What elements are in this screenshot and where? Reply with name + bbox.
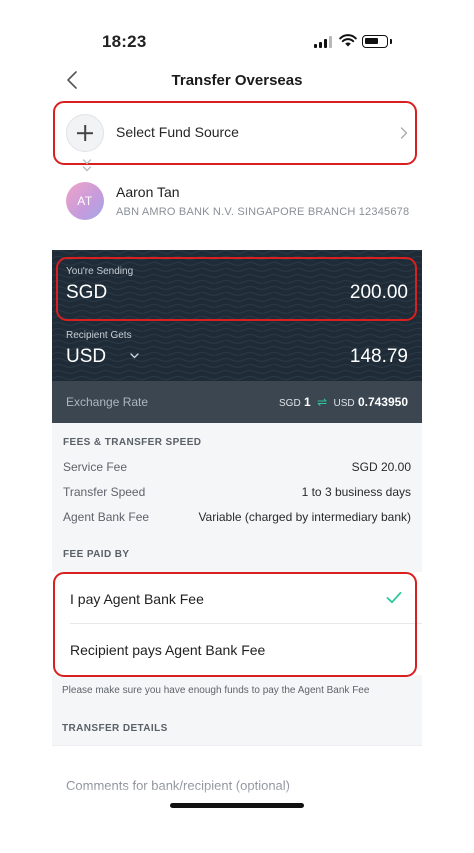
amount-panel: You're Sending SGD 200.00 Recipient Gets… xyxy=(52,250,422,423)
recipient-gets-label: Recipient Gets xyxy=(66,330,132,341)
exchange-rate-strip: Exchange Rate SGD 1 ⇌ USD 0.743950 xyxy=(52,381,422,423)
status-bar: 18:23 xyxy=(0,0,474,60)
transfer-details-heading: TRANSFER DETAILS xyxy=(62,723,168,734)
rate-to-amount: 0.743950 xyxy=(357,395,408,409)
exchange-rate-value: SGD 1 ⇌ USD 0.743950 xyxy=(279,395,408,409)
agent-fee-note: Please make sure you have enough funds t… xyxy=(62,685,370,696)
swap-arrows-icon: ⇌ xyxy=(317,395,328,409)
transfer-speed-value: 1 to 3 business days xyxy=(301,485,411,499)
fee-paid-by-heading: FEE PAID BY xyxy=(63,549,130,560)
recipient-avatar: AT xyxy=(66,182,104,220)
wifi-icon xyxy=(339,34,357,47)
page-title: Transfer Overseas xyxy=(171,72,303,89)
recipient-currency-select[interactable]: USD xyxy=(66,346,106,368)
rate-to-currency: USD xyxy=(333,398,355,409)
service-fee-label: Service Fee xyxy=(63,460,128,474)
option-i-pay-label[interactable]: I pay Agent Bank Fee xyxy=(70,591,204,607)
sending-amount[interactable]: 200.00 xyxy=(350,282,408,304)
sending-label: You're Sending xyxy=(66,266,134,277)
agent-bank-fee-value: Variable (charged by intermediary bank) xyxy=(198,510,411,524)
recipient-bank-account: ABN AMRO BANK N.V. SINGAPORE BRANCH 1234… xyxy=(116,206,410,218)
rate-from-currency: SGD xyxy=(279,398,301,409)
chevron-down-icon[interactable] xyxy=(130,353,139,359)
double-chevron-down-icon xyxy=(82,159,92,172)
exchange-rate-label: Exchange Rate xyxy=(66,395,149,409)
fund-source-label: Select Fund Source xyxy=(116,124,239,140)
home-indicator xyxy=(170,803,304,808)
battery-icon xyxy=(362,35,392,48)
service-fee-value: SGD 20.00 xyxy=(351,460,411,474)
sending-currency: SGD xyxy=(66,282,108,303)
add-icon xyxy=(66,114,104,152)
option-recipient-pays-label[interactable]: Recipient pays Agent Bank Fee xyxy=(70,642,265,658)
transfer-speed-label: Transfer Speed xyxy=(63,485,146,499)
bottom-fade xyxy=(52,783,422,853)
select-fund-source-row[interactable]: Select Fund Source xyxy=(52,104,422,162)
fees-heading: FEES & TRANSFER SPEED xyxy=(63,437,202,448)
agent-bank-fee-label: Agent Bank Fee xyxy=(63,510,150,524)
chevron-right-icon xyxy=(400,127,408,139)
checkmark-icon xyxy=(386,591,402,604)
status-time: 18:23 xyxy=(102,32,147,51)
rate-from-amount: 1 xyxy=(304,395,311,409)
recipient-amount[interactable]: 148.79 xyxy=(350,346,408,368)
cellular-signal-icon xyxy=(314,36,334,48)
fee-paid-by-options: I pay Agent Bank Fee Recipient pays Agen… xyxy=(52,572,422,675)
recipient-name: Aaron Tan xyxy=(116,184,180,200)
recipient-row[interactable]: AT Aaron Tan ABN AMRO BANK N.V. SINGAPOR… xyxy=(52,176,422,232)
option-divider xyxy=(70,623,422,624)
nav-bar: Transfer Overseas xyxy=(52,62,422,98)
